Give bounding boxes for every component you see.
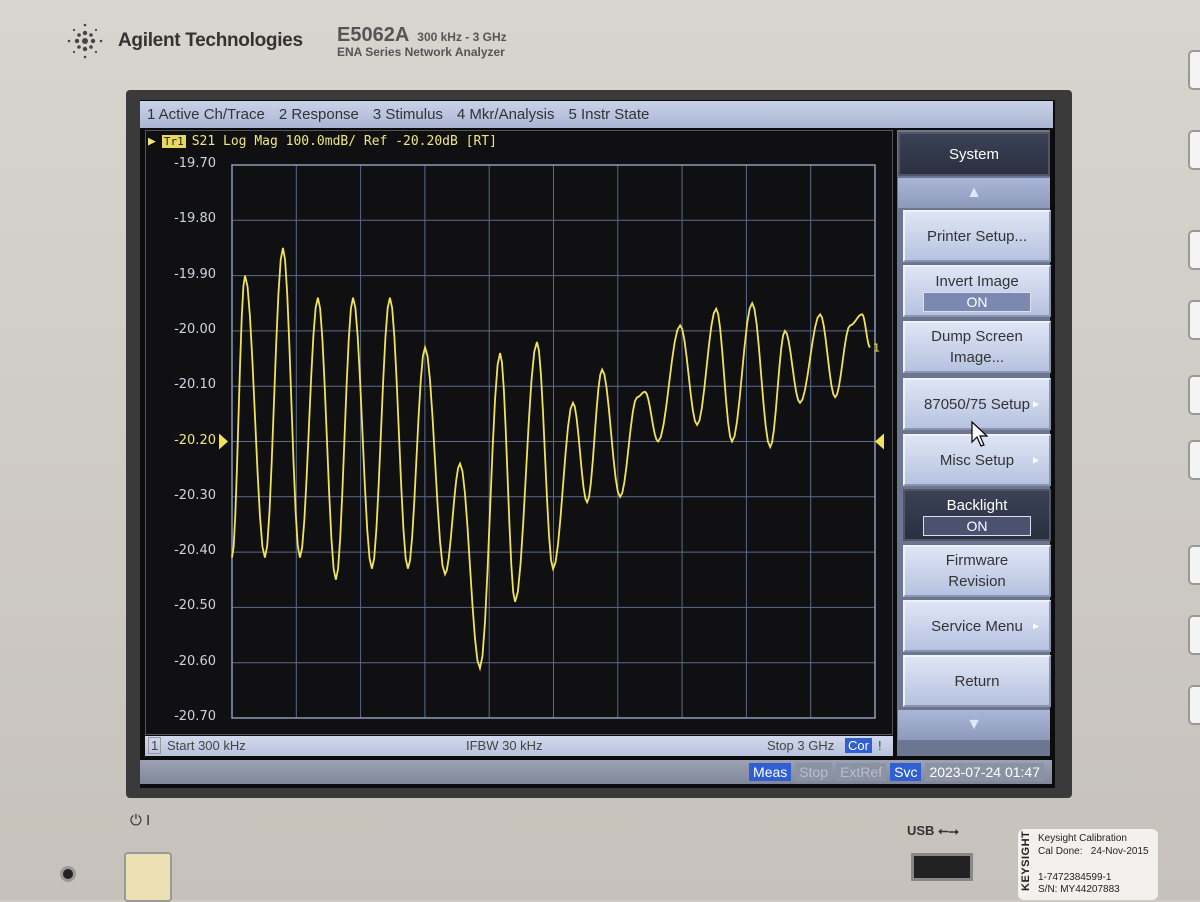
softkey-label: Misc Setup — [939, 451, 1015, 469]
softkey-scroll-up[interactable]: ▲ — [898, 178, 1050, 208]
warning-indicator: ! — [878, 738, 882, 753]
softkey-printer-setup[interactable]: Printer Setup... — [903, 210, 1051, 262]
softkey-label: Backlight — [946, 496, 1008, 514]
stop-indicator: Stop — [795, 763, 833, 781]
sticker-brand: KEYSIGHT — [1020, 830, 1032, 891]
usb-label: USB ⭠⭢ — [907, 823, 959, 839]
ifbw[interactable]: IFBW 30 kHz — [466, 738, 543, 753]
softkey-service-menu[interactable]: Service Menu ▸ — [903, 600, 1051, 652]
sticker-cal-date: Cal Done: 24-Nov-2015 — [1038, 846, 1149, 857]
softkey-title-system: System — [898, 132, 1050, 176]
hard-key[interactable] — [1188, 375, 1200, 415]
instrument-status-bar: Meas Stop ExtRef Svc 2023-07-24 01:47 — [140, 760, 1052, 784]
softkey-label: Invert Image — [935, 272, 1019, 290]
channel-status-bar: 1 Start 300 kHz IFBW 30 kHz Stop 3 GHz C… — [145, 736, 893, 756]
channel-number: 1 — [148, 737, 162, 754]
submenu-arrow-icon: ▸ — [1032, 618, 1039, 633]
reference-marker-right-icon — [875, 433, 884, 450]
submenu-arrow-icon: ▸ — [1032, 452, 1039, 467]
hard-key[interactable] — [1188, 685, 1200, 725]
datetime: 2023-07-24 01:47 — [925, 763, 1044, 781]
hard-key[interactable] — [1188, 50, 1200, 90]
hard-key[interactable] — [1188, 545, 1200, 585]
power-label: ⏻ I — [130, 812, 151, 829]
hard-key[interactable] — [1188, 230, 1200, 270]
hard-key[interactable] — [1188, 615, 1200, 655]
hard-key[interactable] — [1188, 130, 1200, 170]
softkey-backlight[interactable]: Backlight ON — [903, 489, 1051, 541]
hard-key[interactable] — [1188, 440, 1200, 480]
softkey-return[interactable]: Return — [903, 655, 1051, 707]
sticker-serial: S/N: MY44207883 — [1038, 884, 1120, 895]
power-button[interactable] — [124, 852, 172, 902]
softkey-invert-image[interactable]: Invert Image ON — [903, 265, 1051, 317]
hard-key[interactable] — [1188, 300, 1200, 340]
softkey-firmware-revision[interactable]: Firmware Revision — [903, 545, 1051, 597]
extref-indicator: ExtRef — [836, 763, 887, 781]
meas-indicator: Meas — [749, 763, 792, 781]
reference-marker-left-icon — [219, 433, 228, 450]
softkey-label: 87050/75 Setup — [924, 395, 1030, 413]
softkey-label: Dump Screen Image... — [931, 328, 1023, 366]
softkey-label: Return — [954, 672, 1000, 690]
usb-icon: ⭠⭢ — [938, 823, 959, 838]
sticker-id: 1-7472384599-1 — [1038, 872, 1112, 883]
probe-connector — [60, 866, 76, 882]
svc-indicator: Svc — [890, 763, 922, 781]
usb-port[interactable] — [911, 853, 973, 881]
softkey-label: Service Menu — [931, 617, 1023, 635]
softkey-value: ON — [923, 515, 1031, 536]
softkey-title: System — [948, 145, 999, 163]
sticker-title: Keysight Calibration — [1038, 833, 1127, 844]
trace-end-label: 1 — [873, 341, 880, 354]
softkey-value: ON — [923, 291, 1031, 312]
mouse-cursor-icon — [971, 420, 989, 447]
softkey-label: Firmware Revision — [945, 552, 1009, 590]
start-freq[interactable]: Start 300 kHz — [167, 738, 246, 753]
softkey-dump-screen-image[interactable]: Dump Screen Image... — [903, 321, 1051, 373]
stop-freq[interactable]: Stop 3 GHz — [767, 738, 834, 753]
softkey-scroll-down[interactable]: ▼ — [898, 710, 1050, 740]
submenu-arrow-icon: ▸ — [1032, 396, 1039, 411]
trace-s21 — [231, 247, 871, 672]
softkey-label: Printer Setup... — [926, 227, 1028, 245]
usb-text: USB — [907, 823, 935, 838]
correction-badge: Cor — [845, 738, 872, 753]
calibration-sticker: KEYSIGHT Keysight Calibration Cal Done: … — [1018, 829, 1158, 900]
